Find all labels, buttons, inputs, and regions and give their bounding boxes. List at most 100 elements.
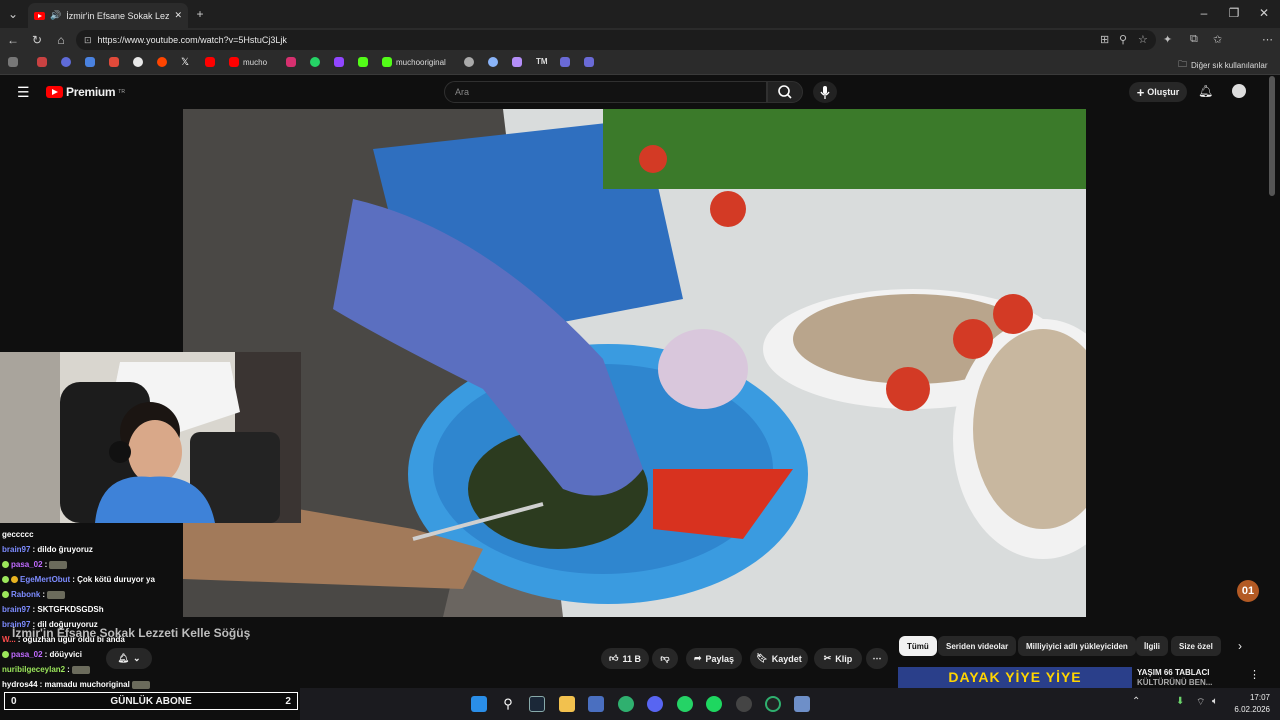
reload-icon[interactable]: ↻: [29, 32, 45, 48]
system-clock[interactable]: 17:07 6.02.2026: [1234, 692, 1270, 716]
recommended-menu-icon[interactable]: ⋮: [1249, 668, 1260, 681]
chip-for-you[interactable]: Size özel: [1171, 636, 1221, 656]
discord-icon[interactable]: [647, 696, 663, 712]
stream-chat: geccccc brain97: dildo ğruyoruz pasa_02:…: [2, 527, 302, 692]
chevron-right-icon[interactable]: ›: [1238, 639, 1242, 653]
app-icon[interactable]: ⊞: [1100, 33, 1109, 46]
tray-app-icon[interactable]: ⬇: [1176, 696, 1184, 707]
close-tab-icon[interactable]: ✕: [174, 10, 182, 21]
close-window-button[interactable]: ✕: [1256, 6, 1272, 20]
windows-start-icon[interactable]: [471, 696, 487, 712]
file-explorer-icon[interactable]: [559, 696, 575, 712]
more-actions-button[interactable]: ⋯: [866, 648, 888, 669]
recommended-title[interactable]: YAŞIM 66 TABLACI KÜLTÜRÜNÜ BEN...: [1137, 668, 1212, 688]
notifications-bell-icon[interactable]: 🔔︎: [1198, 84, 1213, 98]
microphone-button[interactable]: [813, 81, 837, 103]
search-input[interactable]: Ara: [444, 81, 767, 103]
tray-chevron-icon[interactable]: ⌃: [1132, 696, 1140, 707]
url-field[interactable]: ⊡ https://www.youtube.com/watch?v=5HstuC…: [76, 30, 1156, 50]
bookmark-8[interactable]: [560, 57, 570, 67]
lock-icon: ⊡: [84, 34, 92, 45]
youtube-logo-icon: [46, 86, 63, 98]
back-icon[interactable]: ←: [5, 32, 21, 48]
bookmark-muchooriginal[interactable]: muchooriginal: [382, 57, 446, 67]
video-player[interactable]: [183, 109, 1086, 617]
scissors-icon: ✂: [823, 653, 832, 663]
browser-tab-bar: ⌄ 🔊 İzmir'in Efsane Sokak Lezzeti ✕ + – …: [0, 0, 1280, 28]
microphone-icon: [820, 86, 830, 99]
hamburger-menu-icon[interactable]: ☰: [17, 84, 30, 101]
whatsapp-taskbar-icon[interactable]: [677, 696, 693, 712]
minimize-button[interactable]: –: [1196, 6, 1212, 20]
chip-all[interactable]: Tümü: [899, 636, 937, 656]
kick-icon[interactable]: [358, 57, 368, 67]
share-button[interactable]: ➦ Paylaş: [686, 648, 742, 669]
chat-message: pasa_02:: [2, 557, 302, 572]
bookmark-tm[interactable]: TM: [536, 57, 548, 66]
search-button[interactable]: [767, 81, 803, 103]
bookmark-1[interactable]: [8, 57, 18, 67]
favorites-icon[interactable]: ✩: [1213, 33, 1222, 46]
plus-icon: +: [1136, 84, 1145, 100]
recommended-thumbnail[interactable]: DAYAK YİYE YİYE: [898, 667, 1132, 688]
volume-icon[interactable]: 🔈︎: [1212, 696, 1218, 707]
collections-icon[interactable]: ⧉: [1190, 33, 1198, 46]
emote-icon: [131, 680, 150, 689]
page-scrollbar[interactable]: [1269, 76, 1275, 196]
chat-message: pasa_02: döüyvici: [2, 647, 302, 662]
speaker-icon[interactable]: 🔊: [50, 10, 61, 21]
browser-tab[interactable]: 🔊 İzmir'in Efsane Sokak Lezzeti ✕: [28, 3, 188, 28]
bookmark-mucho[interactable]: mucho: [229, 57, 267, 67]
account-avatar[interactable]: [1232, 84, 1246, 98]
whatsapp-icon[interactable]: [310, 57, 320, 67]
bookmark-3[interactable]: [61, 57, 71, 67]
maximize-button[interactable]: ❐: [1226, 6, 1242, 20]
menu-dots-icon[interactable]: ⋯: [1262, 33, 1273, 46]
spotify-icon[interactable]: [706, 696, 722, 712]
chrome-icon[interactable]: [133, 57, 143, 67]
app-icon-2[interactable]: [765, 696, 781, 712]
search-taskbar-icon[interactable]: ⚲: [500, 696, 516, 712]
home-icon[interactable]: ⌂: [53, 32, 69, 48]
youtube-bookmark-icon[interactable]: [205, 57, 215, 67]
tab-list-icon[interactable]: ⌄: [5, 6, 21, 22]
tab-title: İzmir'in Efsane Sokak Lezzeti: [66, 10, 170, 21]
channel-watermark[interactable]: 01: [1237, 580, 1259, 602]
subscription-bell-button[interactable]: 🔔︎ ⌄: [106, 648, 152, 669]
save-button[interactable]: 🔖︎ Kaydet: [750, 648, 808, 669]
chevron-down-icon: ⌄: [132, 653, 141, 663]
obs-icon[interactable]: [736, 696, 752, 712]
video-title: İzmir'in Efsane Sokak Lezzeti Kelle Söğü…: [12, 626, 251, 640]
youtube-logo[interactable]: Premium TR: [46, 85, 125, 99]
chip-series[interactable]: Seriden videolar: [938, 636, 1017, 656]
instagram-icon[interactable]: [286, 57, 296, 67]
dislike-button[interactable]: 👎︎: [652, 648, 678, 669]
store-icon[interactable]: [588, 696, 604, 712]
twitch-icon[interactable]: [334, 57, 344, 67]
clip-button[interactable]: ✂ Klip: [814, 648, 862, 669]
zoom-icon[interactable]: ⚲: [1119, 33, 1127, 46]
bookmark-7[interactable]: [512, 57, 522, 67]
bookmark-6[interactable]: [488, 57, 498, 67]
bookmark-5[interactable]: [464, 57, 474, 67]
bookmark-4[interactable]: [85, 57, 95, 67]
like-button[interactable]: 👍︎ 11 B: [601, 648, 649, 669]
create-button[interactable]: + Oluştur: [1129, 82, 1187, 102]
more-dots-icon: ⋯: [872, 653, 882, 663]
extensions-icon[interactable]: ✦: [1163, 33, 1172, 46]
webcam-frame: [0, 352, 301, 523]
wifi-icon[interactable]: ⌔: [1196, 696, 1205, 709]
new-tab-button[interactable]: +: [192, 6, 208, 22]
chip-uploader[interactable]: Milliyiyici adlı yükleyiciden: [1018, 636, 1136, 656]
favorite-star-icon[interactable]: ☆: [1138, 33, 1148, 46]
bookmark-2[interactable]: [37, 57, 47, 67]
steam-icon[interactable]: [529, 696, 545, 712]
bookmark-9[interactable]: [584, 57, 594, 67]
app-icon-3[interactable]: [794, 696, 810, 712]
edge-icon[interactable]: [618, 696, 634, 712]
x-icon[interactable]: 𝕏: [181, 57, 189, 68]
reddit-icon[interactable]: [157, 57, 167, 67]
gmail-icon[interactable]: [109, 57, 119, 67]
bookmarks-folder[interactable]: 🗀 Diğer sık kullanılanlar: [1178, 57, 1268, 73]
chip-related[interactable]: İlgili: [1136, 636, 1168, 656]
